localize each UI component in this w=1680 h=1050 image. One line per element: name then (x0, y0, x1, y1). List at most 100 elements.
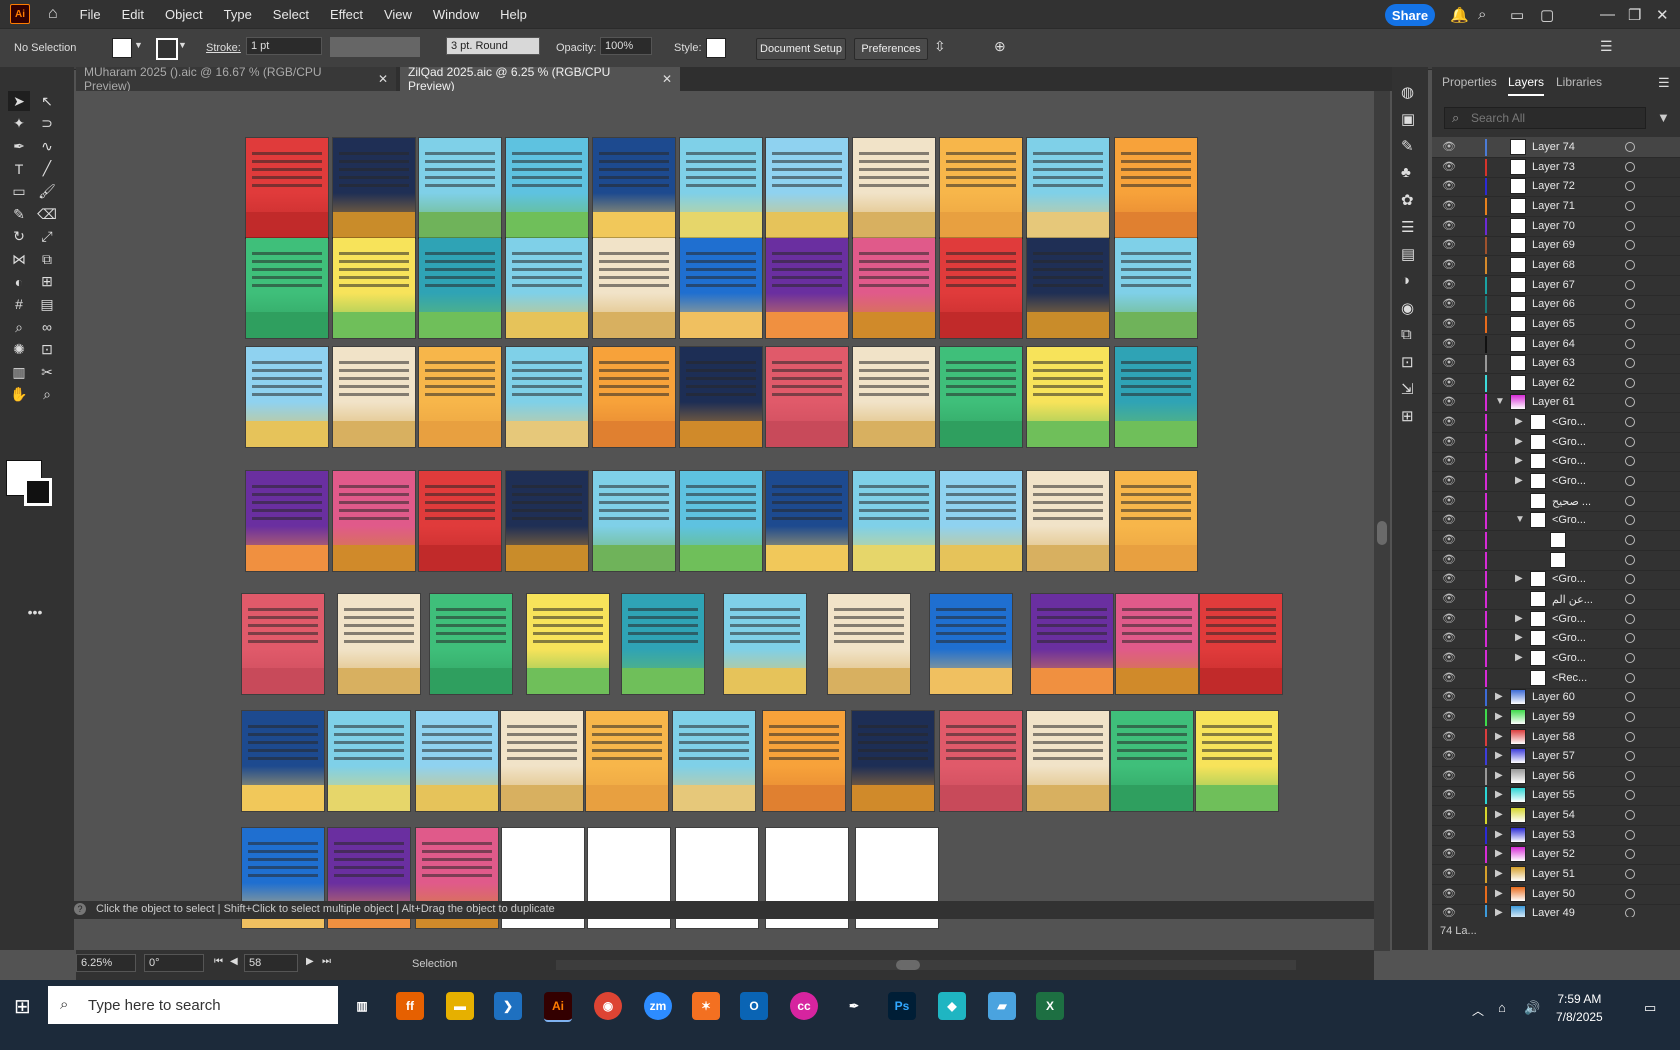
layer-name[interactable]: Layer 70 (1532, 220, 1575, 232)
curvature-tool-icon[interactable]: ∿ (36, 136, 58, 156)
stroke-icon[interactable]: ☰ (1401, 218, 1414, 236)
chevron-right-icon[interactable]: ▶ (1515, 573, 1523, 584)
layer-name[interactable]: <Gro... (1552, 436, 1586, 448)
artboard[interactable] (593, 138, 675, 238)
visibility-eye-icon[interactable]: 👁 (1442, 494, 1456, 507)
visibility-eye-icon[interactable]: 👁 (1442, 808, 1456, 821)
layer-name[interactable]: Layer 50 (1532, 888, 1575, 900)
target-circle-icon[interactable] (1625, 829, 1635, 840)
chevron-right-icon[interactable]: ▶ (1515, 416, 1523, 427)
chevron-up-icon[interactable]: ︿ (1472, 1002, 1484, 1019)
visibility-eye-icon[interactable]: 👁 (1442, 337, 1456, 350)
layer-name[interactable]: <Gro... (1552, 475, 1586, 487)
width-tool-icon[interactable]: ⋈ (8, 249, 30, 269)
transparency-icon[interactable]: ◑ (1401, 272, 1410, 289)
target-circle-icon[interactable] (1625, 358, 1635, 369)
visibility-eye-icon[interactable]: 👁 (1442, 651, 1456, 664)
visibility-eye-icon[interactable]: 👁 (1442, 572, 1456, 585)
volume-icon[interactable]: 🔊 (1524, 1000, 1540, 1016)
artboard-field[interactable]: 58 (244, 954, 298, 972)
color-guide-icon[interactable]: ▣ (1401, 110, 1415, 128)
chevron-right-icon[interactable]: ▶ (1495, 829, 1503, 840)
artboard[interactable] (853, 138, 935, 238)
preferences-button[interactable]: Preferences (854, 38, 928, 60)
tab-properties[interactable]: Properties (1442, 75, 1497, 89)
sublayer-row[interactable]: 👁 <Rec... (1432, 668, 1680, 689)
visibility-eye-icon[interactable]: 👁 (1442, 258, 1456, 271)
stroke-label[interactable]: Stroke: (206, 42, 241, 54)
visibility-eye-icon[interactable]: 👁 (1442, 631, 1456, 644)
chevron-right-icon[interactable]: ▶ (1495, 868, 1503, 879)
scroll-thumb[interactable] (896, 960, 920, 970)
gradient-icon[interactable]: ▤ (1401, 245, 1415, 263)
prev-artboard-icon[interactable]: ◀ (230, 956, 238, 967)
visibility-eye-icon[interactable]: 👁 (1442, 140, 1456, 153)
chevron-right-icon[interactable]: ▶ (1515, 475, 1523, 486)
target-circle-icon[interactable] (1625, 574, 1635, 585)
sublayer-row[interactable]: 👁 ▶ <Gro... (1432, 412, 1680, 434)
stroke-color-swatch[interactable] (24, 478, 52, 506)
target-circle-icon[interactable] (1625, 711, 1635, 722)
chevron-right-icon[interactable]: ▶ (1495, 888, 1503, 899)
target-circle-icon[interactable] (1625, 377, 1635, 388)
visibility-eye-icon[interactable]: 👁 (1442, 612, 1456, 625)
tab-layers[interactable]: Layers (1508, 75, 1545, 96)
artboard[interactable] (680, 347, 762, 447)
layer-name[interactable]: Layer 61 (1532, 396, 1575, 408)
artboard[interactable] (506, 471, 588, 571)
close-icon[interactable]: ✕ (378, 72, 388, 86)
artboard[interactable] (1027, 471, 1109, 571)
chevron-right-icon[interactable]: ▶ (1515, 652, 1523, 663)
close-icon[interactable]: ✕ (662, 72, 672, 86)
layer-name[interactable]: Layer 74 (1532, 141, 1575, 153)
filter-icon[interactable]: ▼ (1657, 110, 1670, 125)
free-transform-icon[interactable]: ⧉ (36, 249, 58, 269)
menu-effect[interactable]: Effect (330, 7, 363, 22)
artboard[interactable] (1115, 471, 1197, 571)
layer-name[interactable]: Layer 68 (1532, 259, 1575, 271)
layer-name[interactable]: Layer 72 (1532, 180, 1575, 192)
artboard[interactable] (940, 138, 1022, 238)
artboard[interactable] (766, 471, 848, 571)
visibility-eye-icon[interactable]: 👁 (1442, 376, 1456, 389)
menu-file[interactable]: File (80, 7, 101, 22)
opacity-field[interactable]: 100% (600, 37, 652, 55)
visibility-eye-icon[interactable]: 👁 (1442, 533, 1456, 546)
taskbar-search-input[interactable]: Type here to search (48, 986, 338, 1024)
menu-select[interactable]: Select (273, 7, 309, 22)
artboard[interactable] (940, 471, 1022, 571)
perspective-grid-icon[interactable]: ⊞ (36, 272, 58, 292)
artboard[interactable] (242, 594, 324, 694)
app-icon[interactable]: ◆ (938, 992, 966, 1020)
visibility-eye-icon[interactable]: 👁 (1442, 828, 1456, 841)
artboard[interactable] (1027, 238, 1109, 338)
magic-wand-icon[interactable]: ✦ (8, 114, 30, 134)
target-circle-icon[interactable] (1625, 672, 1635, 683)
chevron-right-icon[interactable]: ▶ (1495, 711, 1503, 722)
sublayer-row[interactable]: 👁 ▶ <Gro... (1432, 628, 1680, 650)
artboard[interactable] (419, 238, 501, 338)
layer-name[interactable]: <Gro... (1552, 416, 1586, 428)
sublayer-row[interactable]: 👁 ▶ <Gro... (1432, 451, 1680, 473)
chevron-down-icon[interactable]: ▼ (178, 40, 187, 50)
artboard[interactable] (680, 471, 762, 571)
sublayer-row[interactable]: 👁 عن الم... (1432, 589, 1680, 610)
target-circle-icon[interactable] (1625, 692, 1635, 703)
variable-width-profile[interactable] (330, 37, 420, 57)
target-circle-icon[interactable] (1625, 181, 1635, 192)
chevron-right-icon[interactable]: ▶ (1495, 907, 1503, 917)
target-circle-icon[interactable] (1625, 338, 1635, 349)
chevron-right-icon[interactable]: ▶ (1515, 455, 1523, 466)
artboard[interactable] (527, 594, 609, 694)
layer-row[interactable]: 👁 Layer 70 (1432, 216, 1680, 237)
layer-name[interactable]: Layer 67 (1532, 279, 1575, 291)
file-explorer-icon[interactable]: ▬ (446, 992, 474, 1020)
layer-name[interactable]: <Gro... (1552, 514, 1586, 526)
layer-row[interactable]: 👁 Layer 71 (1432, 196, 1680, 217)
artboard[interactable] (246, 238, 328, 338)
visibility-eye-icon[interactable]: 👁 (1442, 788, 1456, 801)
visibility-eye-icon[interactable]: 👁 (1442, 415, 1456, 428)
visibility-eye-icon[interactable]: 👁 (1442, 906, 1456, 917)
target-circle-icon[interactable] (1625, 259, 1635, 270)
artboard[interactable] (1200, 594, 1282, 694)
